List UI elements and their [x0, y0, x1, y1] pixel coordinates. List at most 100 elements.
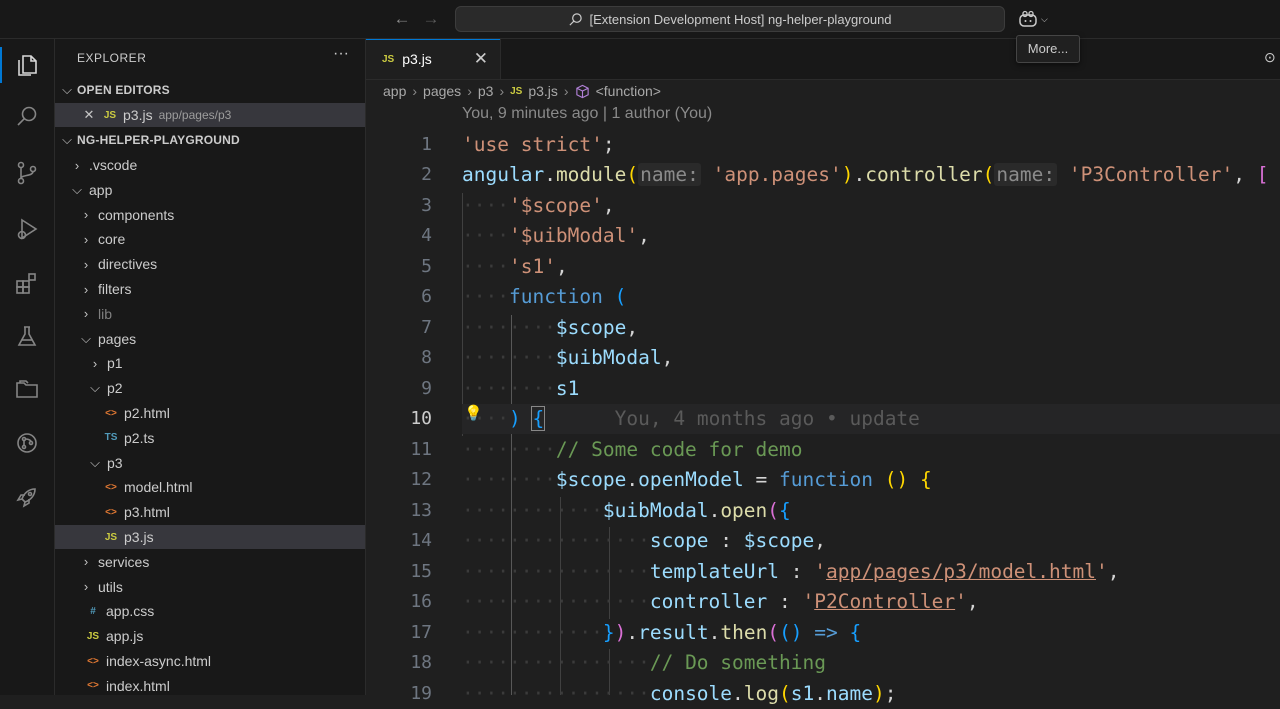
- tab-label: p3.js: [402, 51, 432, 67]
- tree-folder[interactable]: › directives: [55, 252, 365, 276]
- tree-item-label: index.html: [106, 677, 170, 694]
- lightbulb-icon[interactable]: 💡: [464, 404, 483, 422]
- inline-blame[interactable]: You, 4 months ago • update: [615, 407, 920, 430]
- activity-bar: [0, 39, 55, 695]
- line-number: 13: [410, 500, 432, 521]
- breadcrumb-item[interactable]: pages: [423, 83, 461, 99]
- open-editor-item[interactable]: ✕ JS p3.js app/pages/p3: [55, 103, 365, 127]
- folder-icon[interactable]: [0, 365, 54, 413]
- testing-icon[interactable]: [0, 313, 54, 361]
- open-editors-header[interactable]: ⌵ OPEN EDITORS: [55, 78, 365, 102]
- open-editor-name: p3.js: [123, 107, 153, 123]
- code-line: ····'$scope',: [462, 194, 615, 217]
- tree-item-label: p3.js: [124, 529, 154, 545]
- tree-file[interactable]: <> p2.html: [55, 401, 365, 425]
- source-control-icon[interactable]: [0, 149, 54, 197]
- tree-item-label: components: [98, 206, 175, 223]
- line-number: 18: [410, 652, 432, 673]
- breadcrumb-item[interactable]: app: [383, 83, 406, 99]
- tree-item-label: p1: [107, 355, 123, 372]
- close-icon[interactable]: ✕: [81, 107, 97, 123]
- run-debug-icon[interactable]: [0, 205, 54, 253]
- line-number: 1: [421, 134, 432, 155]
- tree-file[interactable]: <> index-async.html: [55, 649, 365, 673]
- js-file-icon: JS: [86, 630, 100, 642]
- tree-folder[interactable]: › .vscode: [55, 153, 365, 177]
- html-file-icon: <>: [105, 506, 117, 518]
- tree-file[interactable]: <> model.html: [55, 475, 365, 499]
- tree-folder[interactable]: › services: [55, 550, 365, 574]
- tree-item-label: p3.html: [124, 504, 170, 521]
- breadcrumb-item[interactable]: p3.js: [528, 83, 558, 99]
- chevron-down-icon: ⌵: [90, 454, 100, 470]
- chevron-right-icon: ›: [83, 207, 89, 223]
- tree-folder[interactable]: ⌵ app: [55, 178, 365, 202]
- line-number: 11: [410, 439, 432, 460]
- line-number: 15: [410, 561, 432, 582]
- line-number: 12: [410, 469, 432, 490]
- tree-folder[interactable]: › utils: [55, 575, 365, 599]
- tree-folder[interactable]: › filters: [55, 277, 365, 301]
- explorer-title: EXPLORER: [77, 51, 147, 65]
- compare-icon[interactable]: ⊙: [1264, 49, 1276, 66]
- code-line: ················console.log(s1.name);: [462, 682, 897, 705]
- tree-folder[interactable]: › lib: [55, 302, 365, 326]
- code-line: ············$uibModal.open({: [462, 499, 791, 522]
- code-line: ········// Some code for demo: [462, 438, 803, 461]
- code-line: 'use strict';: [462, 133, 615, 156]
- chevron-right-icon: ›: [83, 306, 89, 322]
- arrow-right-icon[interactable]: →: [419, 7, 443, 31]
- html-file-icon: <>: [87, 655, 99, 667]
- tree-item-label: p2.html: [124, 405, 170, 421]
- rocket-icon[interactable]: [0, 473, 54, 521]
- command-center[interactable]: [Extension Development Host] ng-helper-p…: [455, 6, 1005, 32]
- explorer-icon[interactable]: [0, 41, 54, 89]
- blame-header[interactable]: You, 9 minutes ago | 1 author (You): [462, 105, 712, 123]
- project-header[interactable]: ⌵ NG-HELPER-PLAYGROUND: [55, 128, 365, 152]
- breadcrumb-item[interactable]: <function>: [596, 83, 661, 99]
- close-icon[interactable]: ✕: [474, 49, 488, 69]
- code-line-current: ····) { You, 4 months ago • update: [462, 404, 1280, 434]
- chevron-right-icon: ›: [74, 157, 80, 173]
- tree-folder[interactable]: ⌵ pages: [55, 327, 365, 351]
- arrow-left-icon[interactable]: ←: [390, 7, 414, 31]
- tree-folder[interactable]: ⌵ p2: [55, 376, 365, 400]
- chevron-right-icon: ›: [83, 256, 89, 272]
- tree-file[interactable]: JS app.js: [55, 624, 365, 648]
- tree-file[interactable]: <> p3.html: [55, 500, 365, 524]
- tree-file[interactable]: <> index.html: [55, 674, 365, 698]
- search-icon: [569, 12, 583, 26]
- tree-item-label: directives: [98, 256, 158, 273]
- line-number: 14: [410, 530, 432, 551]
- tab-p3-js[interactable]: JS p3.js ✕: [366, 39, 501, 79]
- tree-item-label: services: [98, 553, 150, 570]
- html-file-icon: <>: [105, 407, 117, 419]
- line-number: 8: [421, 347, 432, 368]
- more-actions-icon[interactable]: ···: [333, 45, 349, 63]
- chevron-down-icon: ⌵: [81, 330, 91, 346]
- tree-item-label: pages: [98, 330, 137, 347]
- code-line: ········$uibModal,: [462, 346, 674, 369]
- tree-file[interactable]: JS p3.js: [55, 525, 365, 549]
- remote-icon[interactable]: [0, 419, 54, 467]
- tree-file[interactable]: # app.css: [55, 599, 365, 623]
- tree-item-label: p2.ts: [124, 429, 155, 446]
- code-line: ················templateUrl : 'app/pages…: [462, 560, 1120, 583]
- tree-file[interactable]: TS p2.ts: [55, 426, 365, 450]
- editor-tabs: JS p3.js ✕: [366, 39, 1280, 80]
- extensions-icon[interactable]: [0, 259, 54, 307]
- line-number: 17: [410, 622, 432, 643]
- js-file-icon: JS: [510, 85, 523, 97]
- copilot-button[interactable]: ⌵: [1018, 8, 1056, 30]
- line-number: 19: [410, 683, 432, 704]
- tree-folder[interactable]: › core: [55, 227, 365, 251]
- search-icon[interactable]: [0, 93, 54, 141]
- tree-folder[interactable]: ⌵ p3: [55, 451, 365, 475]
- tree-folder[interactable]: › components: [55, 203, 365, 227]
- chevron-down-icon: ⌵: [62, 82, 72, 97]
- chevron-down-icon: ⌵: [72, 181, 82, 197]
- chevron-down-icon: ⌵: [90, 380, 100, 396]
- breadcrumb-item[interactable]: p3: [478, 83, 494, 99]
- tree-item-label: p2: [107, 380, 123, 397]
- tree-folder[interactable]: › p1: [55, 351, 365, 375]
